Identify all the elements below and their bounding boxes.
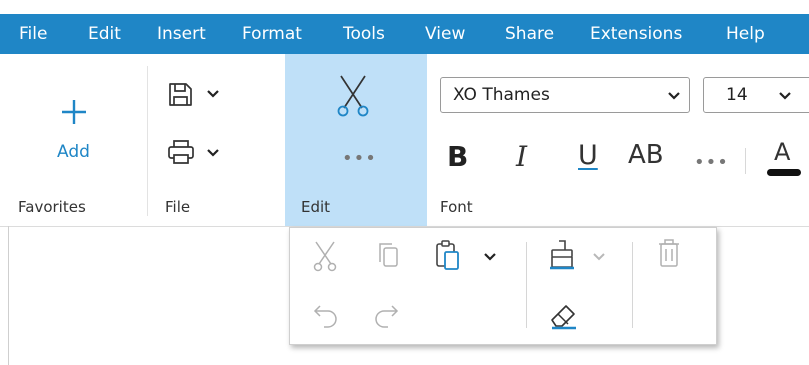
chevron-down-icon: [484, 253, 496, 261]
chevron-down-icon: [668, 92, 680, 100]
menu-file[interactable]: File: [19, 14, 47, 54]
menu-insert[interactable]: Insert: [157, 14, 206, 54]
menu-view[interactable]: View: [425, 14, 465, 54]
document-edge: [8, 226, 9, 365]
undo-icon[interactable]: [312, 302, 340, 328]
format-painter-button[interactable]: [547, 238, 617, 272]
menu-format[interactable]: Format: [242, 14, 302, 54]
paste-button[interactable]: [433, 238, 503, 272]
edit-dropdown-panel: [289, 227, 717, 345]
menu-share[interactable]: Share: [505, 14, 554, 54]
caps-button[interactable]: AB: [628, 140, 664, 170]
underline-button[interactable]: U: [578, 140, 598, 171]
font-more-icon[interactable]: •••: [694, 154, 729, 172]
font-size-select[interactable]: 14: [703, 77, 809, 113]
add-button[interactable]: Add: [42, 74, 106, 162]
favorites-group: Add Favorites: [0, 54, 147, 226]
edit-more-icon[interactable]: •••: [342, 150, 377, 168]
menu-help[interactable]: Help: [726, 14, 765, 54]
font-group-label: Font: [440, 198, 473, 216]
panel-divider: [632, 242, 633, 328]
panel-divider: [526, 242, 527, 328]
font-divider: [745, 148, 746, 174]
favorites-group-label: Favorites: [18, 198, 86, 216]
print-button[interactable]: [166, 138, 246, 170]
file-group: File: [148, 54, 285, 226]
chevron-down-icon: [207, 90, 219, 98]
font-family-select[interactable]: XO Thames: [440, 77, 690, 113]
font-color-swatch: [767, 169, 801, 176]
font-family-value: XO Thames: [453, 85, 550, 105]
eraser-icon[interactable]: [548, 300, 580, 330]
copy-icon[interactable]: [376, 240, 400, 270]
trash-icon[interactable]: [656, 238, 682, 270]
plus-icon: [62, 100, 86, 124]
italic-button[interactable]: I: [516, 140, 527, 173]
save-icon: [169, 83, 192, 106]
menu-tools[interactable]: Tools: [343, 14, 385, 54]
menu-edit[interactable]: Edit: [88, 14, 121, 54]
font-size-value: 14: [726, 85, 748, 105]
ribbon: Add Favorites File ••• Edit XO Thames 14…: [0, 54, 809, 227]
save-button[interactable]: [166, 80, 246, 112]
font-color-glyph: A: [774, 138, 791, 166]
chevron-down-icon: [207, 149, 219, 157]
printer-icon: [168, 140, 194, 164]
menu-extensions[interactable]: Extensions: [590, 14, 682, 54]
menu-bar: File Edit Insert Format Tools View Share…: [0, 14, 809, 54]
edit-group-label: Edit: [301, 198, 331, 216]
add-label: Add: [57, 142, 90, 162]
scissors-icon[interactable]: [335, 74, 371, 118]
format-painter-icon: [550, 240, 574, 270]
chevron-down-icon: [593, 253, 605, 261]
font-color-button[interactable]: A: [767, 138, 801, 182]
chevron-down-icon: [779, 92, 791, 100]
paste-icon: [436, 240, 459, 270]
redo-icon[interactable]: [372, 302, 400, 328]
edit-group[interactable]: ••• Edit: [285, 54, 427, 226]
font-group: XO Thames 14 B I U AB ••• A Font: [427, 54, 809, 226]
file-group-label: File: [165, 198, 191, 216]
bold-button[interactable]: B: [447, 140, 468, 173]
cut-icon[interactable]: [312, 240, 338, 272]
